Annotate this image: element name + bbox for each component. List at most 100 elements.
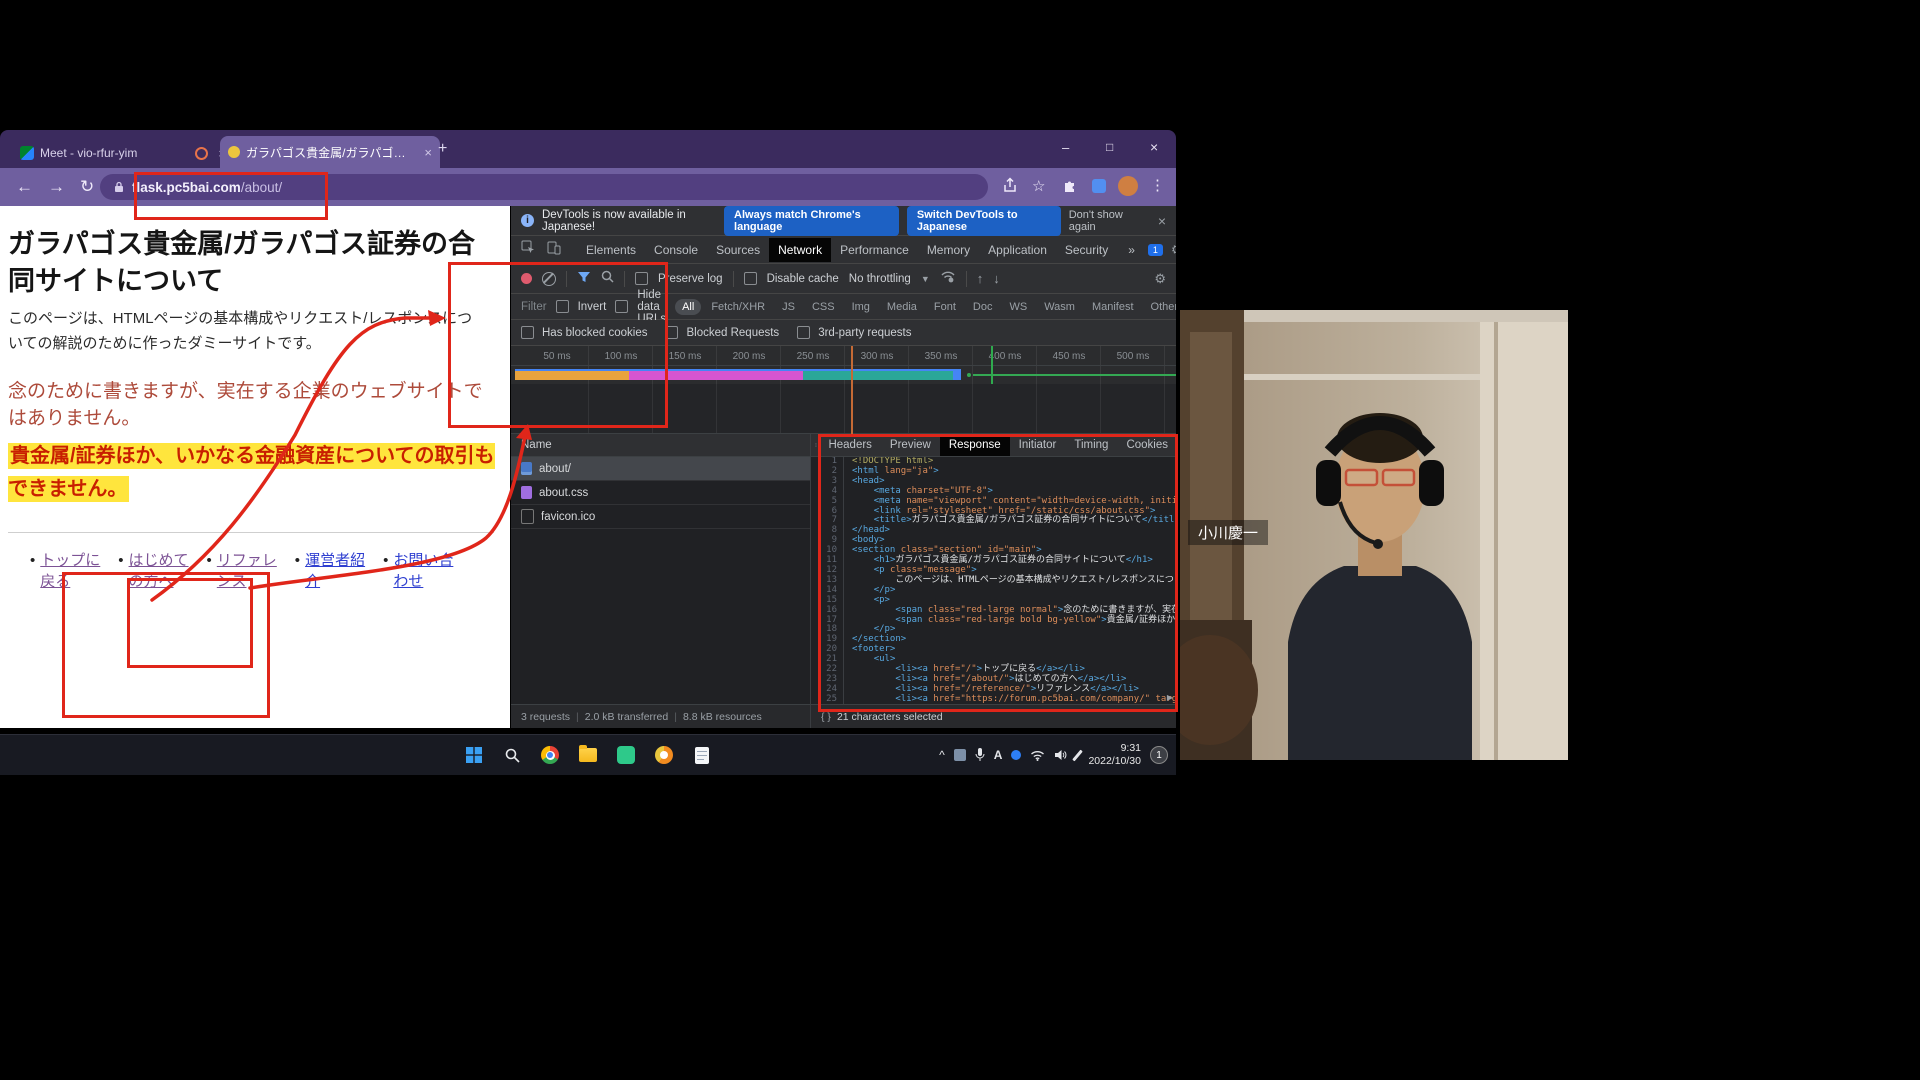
waterfall-green-line <box>973 374 1176 376</box>
footer-link: •お問い合わせ <box>383 550 453 592</box>
taskbar-notepad-icon[interactable] <box>688 741 716 769</box>
annotation-box-inner <box>127 578 253 668</box>
devtools-tab-performance[interactable]: Performance <box>831 238 918 262</box>
infobar-close-icon[interactable]: × <box>1158 213 1166 229</box>
dont-show-again-button[interactable]: Don't show again <box>1069 209 1142 233</box>
pinned-extension-icon[interactable] <box>1092 179 1106 193</box>
filter-chip[interactable]: Other <box>1144 299 1176 315</box>
requests-column-header[interactable]: Name <box>511 434 810 457</box>
match-language-button[interactable]: Always match Chrome's language <box>724 206 899 236</box>
tab-meet[interactable]: Meet - vio-rfur-yim × <box>12 138 234 168</box>
selection-status: 21 characters selected <box>837 711 943 723</box>
notification-badge[interactable]: 1 <box>1150 746 1168 764</box>
back-button[interactable]: ← <box>16 178 33 195</box>
request-row[interactable]: about.css <box>511 481 810 505</box>
filter-chip[interactable]: Media <box>880 299 924 315</box>
tray-blue-dot-icon[interactable] <box>1011 750 1021 760</box>
filter-chip[interactable]: WS <box>1002 299 1034 315</box>
filter-chip[interactable]: Fetch/XHR <box>704 299 772 315</box>
devtools-tab-security[interactable]: Security <box>1056 238 1117 262</box>
network-conditions-icon[interactable] <box>940 270 956 288</box>
filter-chip[interactable]: JS <box>775 299 802 315</box>
clock-date: 2022/10/30 <box>1088 755 1141 768</box>
forward-button[interactable]: → <box>48 178 65 195</box>
timeline-tick: 250 ms <box>781 351 845 362</box>
taskbar-explorer-icon[interactable] <box>574 741 602 769</box>
third-party-requests-checkbox[interactable] <box>797 326 810 339</box>
profile-avatar[interactable] <box>1118 176 1138 196</box>
browser-menu-icon[interactable]: ⋮ <box>1150 176 1165 194</box>
new-tab-button[interactable]: + <box>438 140 447 158</box>
tray-pen-icon[interactable] <box>1076 749 1079 762</box>
devtools-settings-gear-icon[interactable]: ⚙ <box>1171 242 1176 258</box>
filter-chip[interactable]: All <box>675 299 701 315</box>
taskbar-green-app-icon[interactable] <box>612 741 640 769</box>
devtools-tab-elements[interactable]: Elements <box>577 238 645 262</box>
request-name: about/ <box>539 463 571 475</box>
filter-chip[interactable]: Manifest <box>1085 299 1141 315</box>
devtools-tab-console[interactable]: Console <box>645 238 707 262</box>
disable-cache-checkbox[interactable] <box>744 272 757 285</box>
extensions-puzzle-icon[interactable] <box>1062 178 1077 198</box>
devtools-tab-sources[interactable]: Sources <box>707 238 769 262</box>
filter-chip[interactable]: Wasm <box>1037 299 1082 315</box>
devtools-tab-memory[interactable]: Memory <box>918 238 979 262</box>
device-toolbar-icon[interactable] <box>546 240 561 260</box>
headphone-earcup-right <box>1419 460 1444 506</box>
requests-count: 3 requests <box>521 711 570 723</box>
footer-link-anchor[interactable]: 運営者紹介 <box>305 550 365 592</box>
taskbar-search-icon[interactable] <box>498 741 526 769</box>
filter-chip[interactable]: CSS <box>805 299 842 315</box>
messages-badge[interactable]: 1 <box>1148 244 1163 256</box>
timeline-tick: 300 ms <box>845 351 909 362</box>
filter-chip[interactable]: Doc <box>966 299 1000 315</box>
tab-galapagos[interactable]: ガラパゴス貴金属/ガラパゴス証券の × <box>220 136 440 168</box>
resource-type-filters: AllFetch/XHRJSCSSImgMediaFontDocWSWasmMa… <box>675 299 1176 315</box>
hidden-icons-chevron[interactable]: ^ <box>939 748 945 762</box>
filter-chip[interactable]: Font <box>927 299 963 315</box>
annotation-box-response-panel <box>818 434 1178 712</box>
filter-chip[interactable]: Img <box>845 299 877 315</box>
ime-indicator[interactable]: A <box>994 748 1003 762</box>
taskbar-tray: ^ A 9:31 2022/10/30 1 <box>939 739 1168 771</box>
inspect-element-icon[interactable] <box>521 240 536 260</box>
taskbar-chrome-icon[interactable] <box>536 741 564 769</box>
taskbar-browser-orange-icon[interactable] <box>650 741 678 769</box>
meet-favicon-icon <box>20 146 34 160</box>
tray-box-icon[interactable] <box>954 749 966 761</box>
more-tabs-button[interactable]: » <box>1119 238 1144 262</box>
maximize-button[interactable]: □ <box>1106 140 1113 154</box>
request-summary: 3 requests| 2.0 kB transferred| 8.8 kB r… <box>511 705 811 728</box>
tray-microphone-icon[interactable] <box>975 748 985 762</box>
headphone-earcup-left <box>1316 460 1341 506</box>
glasses-left-lens <box>1346 470 1377 485</box>
network-settings-gear-icon[interactable]: ⚙ <box>1154 271 1166 287</box>
timeline-tick: 400 ms <box>973 351 1037 362</box>
footer-link-anchor[interactable]: お問い合わせ <box>393 550 453 592</box>
taskbar-clock[interactable]: 9:31 2022/10/30 <box>1088 742 1141 768</box>
import-har-icon[interactable]: ↑ <box>977 271 984 286</box>
tab-close-icon[interactable]: × <box>424 145 432 160</box>
blocked-requests-label: Blocked Requests <box>686 327 779 339</box>
export-har-icon[interactable]: ↓ <box>993 271 1000 286</box>
devtools-tab-application[interactable]: Application <box>979 238 1056 262</box>
bullet-icon: • <box>295 550 300 592</box>
requests-table: Name about/about.css favicon.ico <box>511 434 811 704</box>
bullet-icon: • <box>30 550 35 592</box>
minimize-button[interactable]: – <box>1062 140 1069 155</box>
throttling-select[interactable]: No throttling <box>849 273 911 285</box>
window-close-button[interactable]: × <box>1150 139 1158 155</box>
tray-wifi-icon[interactable] <box>1030 750 1045 761</box>
request-type-icon <box>521 509 534 524</box>
reload-button[interactable]: ↻ <box>80 178 94 195</box>
start-button[interactable] <box>460 741 488 769</box>
request-row[interactable]: favicon.ico <box>511 505 810 529</box>
devtools-tab-network[interactable]: Network <box>769 238 831 262</box>
tray-volume-icon[interactable] <box>1054 749 1067 761</box>
switch-japanese-button[interactable]: Switch DevTools to Japanese <box>907 206 1061 236</box>
request-row[interactable]: about/ <box>511 457 810 481</box>
request-name: favicon.ico <box>541 511 595 523</box>
share-icon[interactable] <box>1002 177 1018 198</box>
bookmark-star-icon[interactable]: ☆ <box>1032 177 1045 195</box>
transferred-size: 2.0 kB transferred <box>585 711 668 723</box>
